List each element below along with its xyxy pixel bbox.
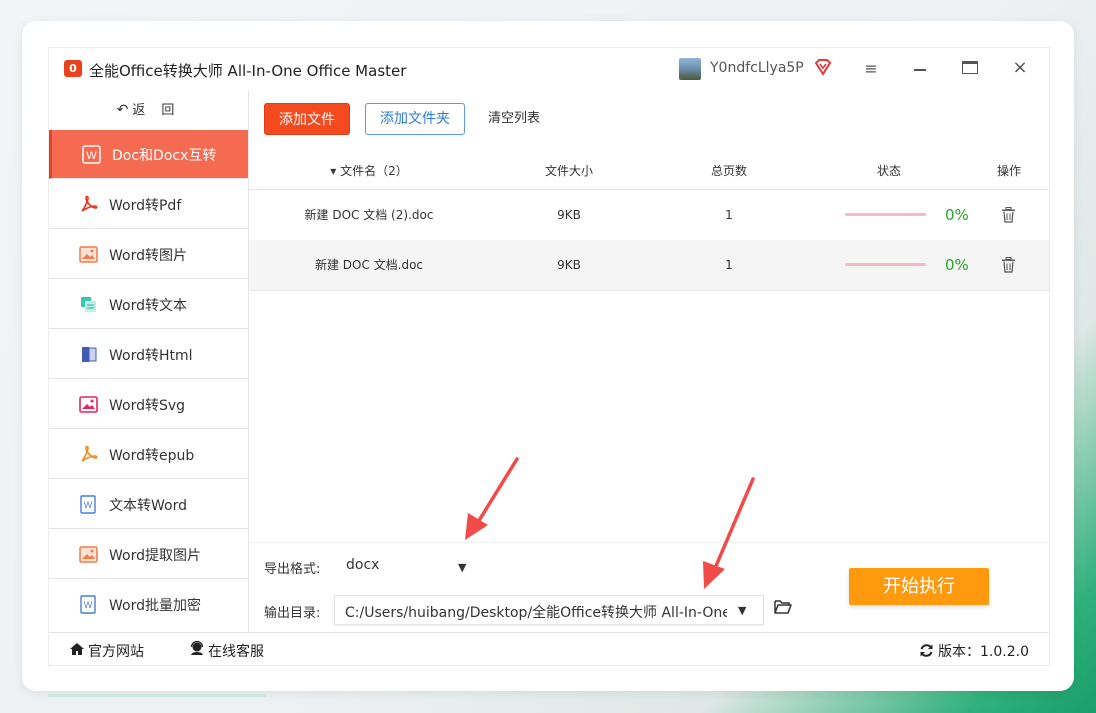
clear-list-button[interactable]: 清空列表 — [479, 103, 549, 135]
pages-cell: 1 — [725, 258, 733, 272]
support-icon — [190, 641, 204, 655]
sidebar-item-label: Word转图片 — [109, 248, 187, 264]
delete-icon[interactable] — [1001, 207, 1016, 223]
sidebar-item-word-text[interactable]: Word转文本 — [49, 280, 248, 329]
size-cell: 9KB — [557, 258, 581, 272]
format-select[interactable]: docx ▼ — [334, 549, 484, 583]
svg-text:W: W — [84, 500, 93, 510]
back-button[interactable]: ↶ 返 回 — [49, 90, 248, 130]
epub-icon — [81, 445, 98, 462]
sidebar: ↶ 返 回 W Doc和Docx互转 Word转Pdf Word转图片 Word转… — [49, 90, 249, 632]
sidebar-item-text-word[interactable]: W 文本转Word — [49, 480, 248, 529]
sidebar-item-extract-image[interactable]: Word提取图片 — [49, 530, 248, 579]
maximize-icon[interactable] — [962, 61, 978, 74]
text-icon — [81, 297, 96, 312]
size-cell: 9KB — [557, 208, 581, 222]
support-label: 在线客服 — [208, 644, 264, 660]
delete-icon[interactable] — [1001, 257, 1016, 273]
pdf-icon — [81, 195, 98, 212]
output-dir-value: C:/Users/huibang/Desktop/全能Office转换大师 Al… — [345, 605, 727, 621]
sidebar-item-label: Word批量加密 — [109, 598, 201, 614]
filename-cell: 新建 DOC 文档.doc — [314, 258, 424, 272]
progress-bar — [845, 263, 926, 266]
taskbar-indicator — [48, 694, 266, 697]
website-link[interactable]: 官方网站 — [69, 641, 144, 661]
sidebar-item-label: Word转epub — [109, 448, 195, 464]
version-label: 版本：1.0.2.0 — [938, 644, 1029, 660]
add-file-button[interactable]: 添加文件 — [264, 103, 350, 135]
status-header: 状态 — [876, 164, 901, 178]
svg-text:W: W — [84, 600, 93, 610]
version-info[interactable]: 版本：1.0.2.0 — [919, 641, 1029, 661]
username[interactable]: Y0ndfcLlya5P — [710, 60, 804, 76]
app-logo-icon: 0 — [64, 60, 82, 77]
footer: 官方网站 在线客服 版本：1.0.2.0 — [49, 632, 1049, 666]
sidebar-item-label: Word转文本 — [109, 298, 187, 314]
sidebar-item-label: Word转Pdf — [109, 198, 182, 214]
sidebar-item-word-epub[interactable]: Word转epub — [49, 430, 248, 479]
sidebar-item-doc-docx[interactable]: W Doc和Docx互转 — [49, 130, 248, 179]
refresh-icon — [920, 644, 933, 657]
output-dir-select[interactable]: C:/Users/huibang/Desktop/全能Office转换大师 Al… — [334, 595, 764, 625]
chevron-down-icon: ▼ — [458, 561, 467, 574]
minimize-icon[interactable] — [910, 60, 930, 78]
html-icon — [82, 347, 97, 362]
action-header: 操作 — [996, 164, 1021, 178]
progress-text: 0% — [945, 206, 969, 224]
format-value: docx — [346, 557, 380, 573]
output-dir-label: 输出目录: — [264, 606, 321, 621]
home-icon — [70, 643, 84, 655]
start-button[interactable]: 开始执行 — [849, 568, 989, 605]
website-label: 官方网站 — [88, 644, 144, 660]
back-arrow-icon: ↶ — [116, 102, 129, 118]
sidebar-item-word-pdf[interactable]: Word转Pdf — [49, 180, 248, 229]
table-row[interactable]: 新建 DOC 文档.doc 9KB 1 0% — [249, 240, 1049, 291]
pages-cell: 1 — [725, 208, 733, 222]
sidebar-item-label: Word转Html — [109, 348, 193, 364]
word-icon: W — [82, 145, 101, 164]
extract-image-icon — [79, 546, 98, 563]
encrypt-icon: W — [80, 595, 96, 614]
progress-text: 0% — [945, 256, 969, 274]
word-doc-icon: W — [80, 495, 96, 514]
back-label: 返 回 — [132, 103, 181, 118]
app-title: 全能Office转换大师 All-In-One Office Master — [89, 62, 407, 80]
progress-bar — [845, 213, 926, 216]
image-icon — [79, 246, 98, 263]
size-header: 文件大小 — [544, 164, 593, 178]
support-link[interactable]: 在线客服 — [189, 641, 264, 661]
filename-header[interactable]: ▾ 文件名（2） — [309, 153, 429, 189]
table-row[interactable]: 新建 DOC 文档 (2).doc 9KB 1 0% — [249, 190, 1049, 241]
sidebar-item-label: Word转Svg — [109, 398, 186, 414]
sidebar-item-word-image[interactable]: Word转图片 — [49, 230, 248, 279]
add-folder-button[interactable]: 添加文件夹 — [365, 103, 465, 135]
sidebar-item-word-svg[interactable]: Word转Svg — [49, 380, 248, 429]
table-header: ▾ 文件名（2） 文件大小 总页数 状态 操作 — [249, 153, 1049, 190]
sidebar-item-word-html[interactable]: Word转Html — [49, 330, 248, 379]
chevron-down-icon: ▼ — [738, 604, 747, 617]
svg-text:W: W — [86, 150, 97, 162]
folder-icon[interactable] — [774, 599, 792, 614]
sidebar-item-label: Doc和Docx互转 — [112, 148, 217, 164]
sidebar-item-label: 文本转Word — [109, 498, 187, 514]
pages-header: 总页数 — [710, 164, 747, 178]
filename-cell: 新建 DOC 文档 (2).doc — [304, 208, 434, 222]
close-icon[interactable]: × — [1010, 58, 1030, 78]
format-label: 导出格式: — [264, 562, 321, 577]
avatar[interactable] — [679, 58, 701, 80]
sidebar-item-label: Word提取图片 — [109, 548, 201, 564]
sidebar-item-batch-encrypt[interactable]: W Word批量加密 — [49, 580, 248, 629]
menu-icon[interactable]: ≡ — [861, 60, 881, 78]
app-window: 0 全能Office转换大师 All-In-One Office Master … — [48, 47, 1050, 666]
main-panel: 添加文件 添加文件夹 清空列表 ▾ 文件名（2） 文件大小 总页数 状态 操作 … — [249, 90, 1049, 632]
vip-icon[interactable] — [813, 57, 833, 77]
svg-icon — [79, 396, 98, 413]
title-bar: 0 全能Office转换大师 All-In-One Office Master … — [49, 48, 1049, 90]
divider — [249, 542, 1049, 543]
